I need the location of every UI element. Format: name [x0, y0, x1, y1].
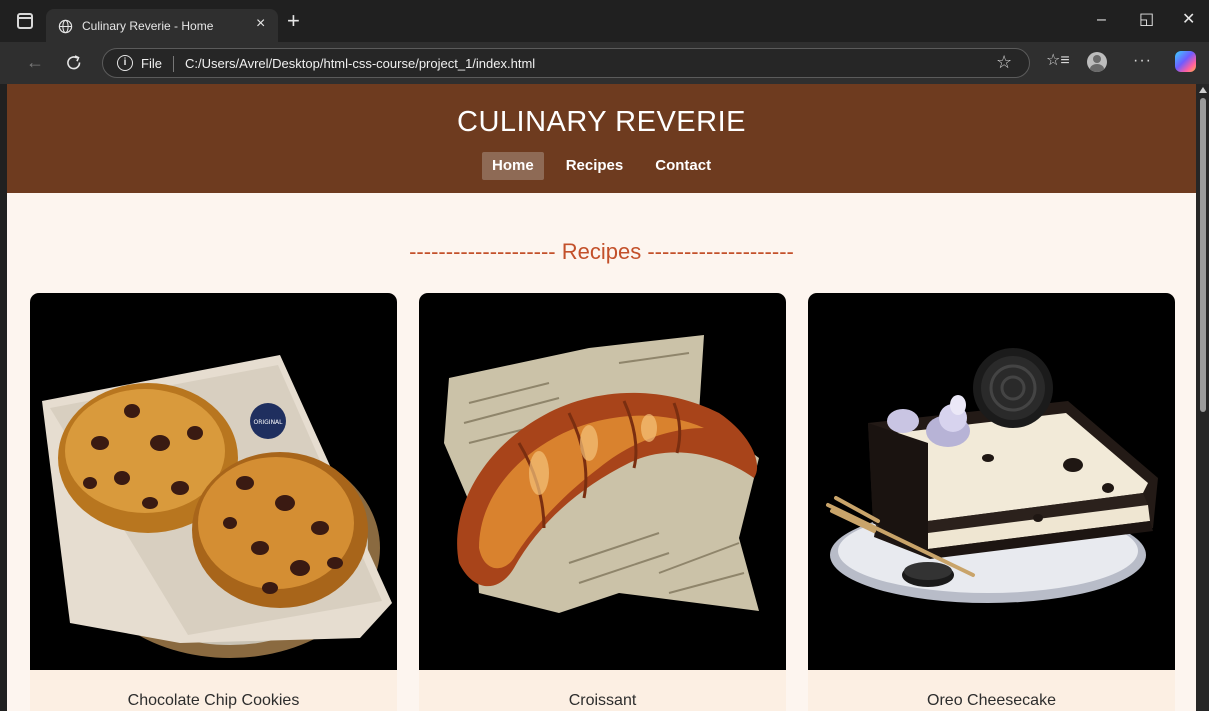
reload-icon[interactable]: [64, 53, 84, 73]
recipe-image-cheesecake[interactable]: [808, 293, 1175, 670]
main-nav: Home Recipes Contact: [482, 152, 721, 180]
site-header: CULINARY REVERIE Home Recipes Contact: [7, 84, 1196, 193]
scroll-up-arrow-icon[interactable]: [1199, 87, 1207, 93]
tab-actions-icon[interactable]: [17, 13, 33, 29]
new-tab-icon[interactable]: +: [287, 10, 300, 32]
croissant-illustration: [444, 335, 759, 613]
cookies-illustration: ORIGINAL: [42, 355, 392, 658]
recipe-card-cheesecake[interactable]: Oreo Cheesecake: [808, 293, 1175, 711]
info-icon[interactable]: i: [117, 55, 133, 71]
page-viewport: CULINARY REVERIE Home Recipes Contact --…: [7, 84, 1196, 711]
copilot-icon[interactable]: [1175, 51, 1196, 72]
close-window-icon[interactable]: ✕: [1182, 12, 1195, 28]
back-arrow-icon[interactable]: ←: [26, 53, 44, 71]
nav-home[interactable]: Home: [482, 152, 544, 180]
favorites-list-icon[interactable]: ☆≡: [1046, 52, 1070, 70]
profile-avatar-icon[interactable]: [1087, 52, 1107, 72]
nav-contact[interactable]: Contact: [645, 152, 721, 180]
url-text[interactable]: C:/Users/Avrel/Desktop/html-css-course/p…: [185, 56, 535, 71]
file-label: File: [141, 56, 162, 71]
favorite-star-icon[interactable]: ☆: [996, 52, 1012, 73]
recipe-card-cookies[interactable]: ORIGINAL Chocolate Chip Cookies: [30, 293, 397, 711]
minimize-icon[interactable]: –: [1097, 12, 1106, 28]
site-title: CULINARY REVERIE: [457, 106, 746, 138]
recipe-image-cookies[interactable]: ORIGINAL: [30, 293, 397, 670]
vertical-scrollbar[interactable]: [1196, 84, 1209, 711]
more-options-icon[interactable]: ···: [1133, 52, 1152, 70]
recipe-name[interactable]: Chocolate Chip Cookies: [30, 692, 397, 710]
badge-text: ORIGINAL: [253, 419, 283, 426]
recipe-name[interactable]: Oreo Cheesecake: [808, 692, 1175, 710]
recipe-card-croissant[interactable]: Croissant: [419, 293, 786, 711]
recipe-image-croissant[interactable]: [419, 293, 786, 670]
omnibox-divider: [173, 56, 174, 72]
close-tab-icon[interactable]: ×: [256, 16, 265, 32]
section-title: -------------------- Recipes -----------…: [409, 239, 794, 264]
browser-titlebar: Culinary Reverie - Home × + – ◱ ✕: [0, 0, 1209, 42]
cheesecake-illustration: [826, 348, 1158, 603]
recipe-name[interactable]: Croissant: [419, 692, 786, 710]
nav-recipes[interactable]: Recipes: [556, 152, 634, 180]
browser-toolbar: ← i File C:/Users/Avrel/Desktop/html-css…: [0, 42, 1209, 84]
browser-tab[interactable]: Culinary Reverie - Home ×: [46, 9, 278, 42]
address-bar[interactable]: i File C:/Users/Avrel/Desktop/html-css-c…: [102, 48, 1030, 78]
tab-title: Culinary Reverie - Home: [82, 19, 214, 33]
scrollbar-thumb[interactable]: [1200, 98, 1206, 412]
globe-icon: [58, 19, 73, 34]
restore-icon[interactable]: ◱: [1139, 12, 1154, 28]
